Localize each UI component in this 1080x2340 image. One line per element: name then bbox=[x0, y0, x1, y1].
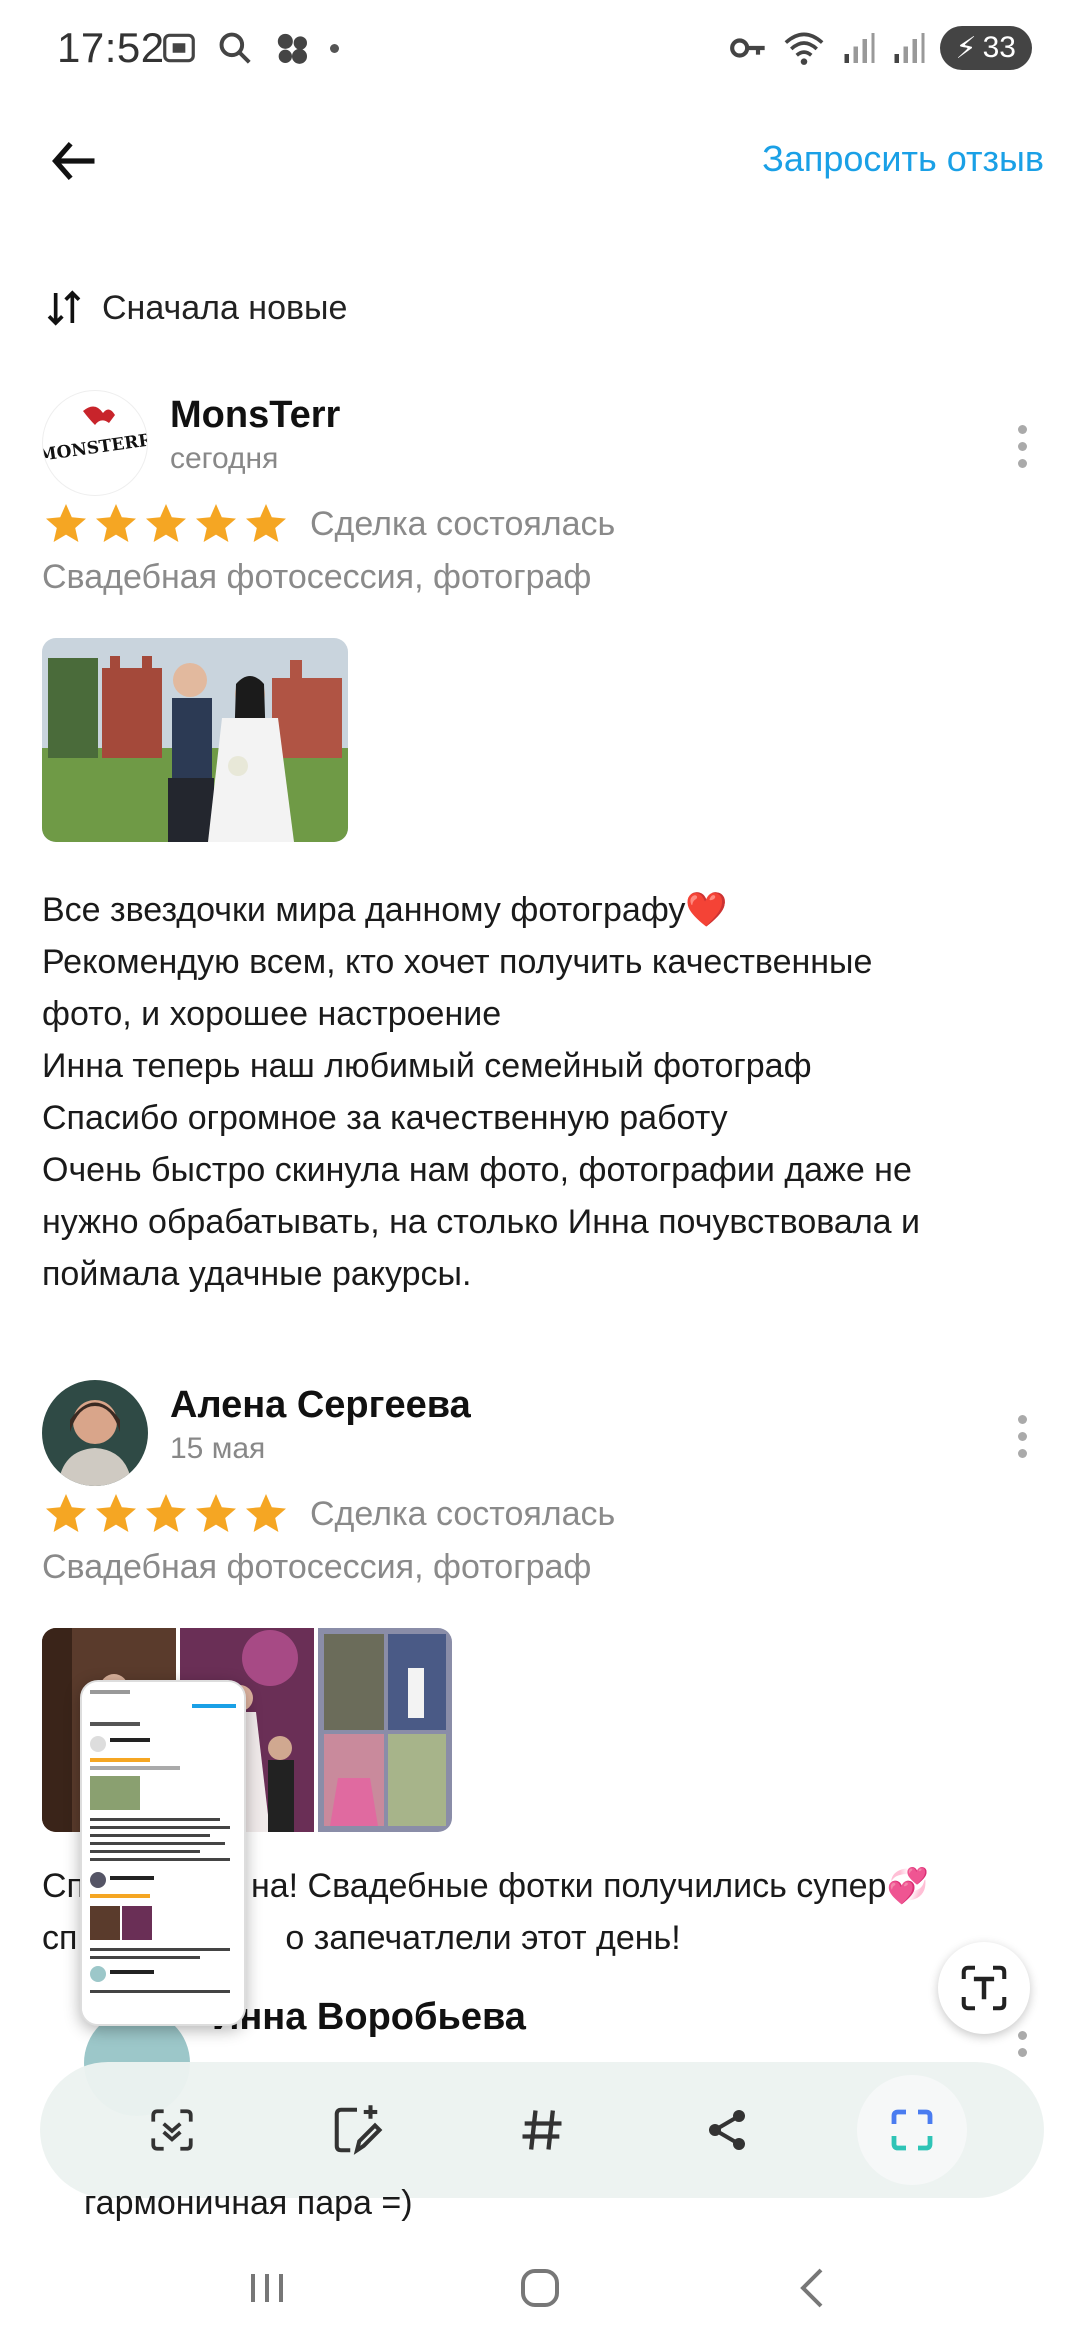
star-icon bbox=[46, 504, 86, 542]
user-photo-image bbox=[42, 1380, 148, 1486]
status-left-icons bbox=[160, 28, 339, 68]
bolt-icon: ⚡ bbox=[955, 31, 977, 65]
review-card: MONSTERR MonsTerr сегодня Сделка состоял… bbox=[42, 390, 1042, 1293]
key-icon bbox=[729, 38, 765, 58]
review-text-line: фото, и хорошее настроение bbox=[42, 995, 502, 1033]
status-bar: 17:52 ⚡ 33 bbox=[0, 0, 1080, 100]
wedding-photo-image bbox=[42, 638, 348, 842]
status-time: 17:52 bbox=[57, 24, 165, 71]
review-date: сегодня bbox=[170, 442, 279, 475]
screenshot-preview-image bbox=[82, 1682, 244, 2024]
review-text: Все звездочки мира данному фотографу❤️ Р… bbox=[42, 884, 1042, 1300]
reviewer-name[interactable]: Инна Воробьева bbox=[212, 1996, 526, 2039]
reviewer-name[interactable]: MonsTerr bbox=[170, 394, 340, 437]
more-dot-icon bbox=[1017, 1448, 1027, 1458]
star-icon bbox=[196, 504, 236, 542]
review-date: 15 мая bbox=[170, 1432, 266, 1465]
review-text-line: Очень быстро скинула нам фото, фотографи… bbox=[42, 1151, 912, 1189]
star-icon bbox=[196, 1494, 236, 1532]
smart-select-button[interactable] bbox=[856, 2075, 967, 2185]
star-icon bbox=[46, 1494, 86, 1532]
battery-indicator: ⚡ 33 bbox=[939, 26, 1032, 70]
sort-control[interactable]: Сначала новые bbox=[44, 288, 347, 328]
chevron-left-icon bbox=[800, 2268, 823, 2307]
home-icon bbox=[520, 2268, 559, 2307]
battery-level: 33 bbox=[982, 31, 1016, 64]
apps-icon bbox=[277, 33, 307, 64]
crop-icon bbox=[891, 2109, 932, 2151]
more-dot-icon bbox=[1017, 458, 1027, 468]
review-text-line: Спасибо огромное за качественную работу bbox=[42, 1099, 728, 1137]
service-label: Свадебная фотосессия, фотограф bbox=[42, 1548, 592, 1586]
rating-stars: Сделка состоялась bbox=[42, 500, 615, 548]
service-label: Свадебная фотосессия, фотограф bbox=[42, 558, 592, 596]
deal-status: Сделка состоялась bbox=[310, 504, 616, 543]
screenshot-toolbar bbox=[40, 2062, 1044, 2198]
sort-label: Сначала новые bbox=[102, 288, 348, 327]
navigation-bar bbox=[0, 2240, 1080, 2340]
review-text-line: гармоничная пара =) bbox=[84, 2184, 413, 2222]
arrow-left-icon bbox=[52, 141, 95, 181]
star-icon bbox=[96, 504, 136, 542]
svg-text:MONSTERR: MONSTERR bbox=[43, 430, 148, 466]
search-icon bbox=[219, 32, 251, 64]
more-dot-icon bbox=[1017, 2031, 1027, 2040]
text-fragment: на! Свадебные фотки получились супер💞 bbox=[250, 1867, 929, 1905]
text-recognition-button[interactable] bbox=[938, 1942, 1030, 2034]
signal-2-icon bbox=[894, 33, 925, 63]
back-nav-button[interactable] bbox=[789, 2264, 837, 2317]
reviewer-name[interactable]: Алена Сергеева bbox=[170, 1384, 471, 1427]
share-button[interactable] bbox=[672, 2075, 782, 2185]
scroll-capture-button[interactable] bbox=[117, 2075, 227, 2185]
review-photo[interactable] bbox=[42, 638, 348, 842]
more-options-button[interactable] bbox=[1002, 1406, 1042, 1466]
share-icon bbox=[708, 2110, 745, 2150]
star-icon bbox=[146, 504, 186, 542]
hashtag-icon bbox=[522, 2110, 562, 2150]
signal-icon bbox=[844, 33, 875, 63]
screenshot-thumbnail[interactable] bbox=[80, 1680, 246, 2026]
review-text-line: нужно обрабатывать, на столько Инна почу… bbox=[42, 1203, 921, 1241]
more-dot-icon bbox=[1017, 1414, 1027, 1424]
screenshot-icon bbox=[163, 33, 195, 63]
more-dot-icon bbox=[1017, 2048, 1027, 2057]
home-button[interactable] bbox=[516, 2264, 564, 2317]
text-fragment: о запечатлели этот день! bbox=[285, 1919, 681, 1957]
notification-dot-icon bbox=[330, 43, 339, 53]
star-icon bbox=[246, 504, 286, 542]
deal-status: Сделка состоялась bbox=[310, 1494, 616, 1533]
more-dot-icon bbox=[1017, 441, 1027, 451]
status-right-icons: ⚡ 33 bbox=[728, 26, 1032, 70]
tag-button[interactable] bbox=[487, 2075, 597, 2185]
wifi-icon bbox=[784, 32, 823, 65]
star-icon bbox=[246, 1494, 286, 1532]
review-text-line: Все звездочки мира данному фотографу❤️ bbox=[42, 891, 728, 929]
text-fragment: сп bbox=[42, 1919, 78, 1957]
text-scan-icon bbox=[961, 1965, 1007, 2011]
monsterr-logo-icon: MONSTERR bbox=[43, 406, 148, 466]
couple-collage-image bbox=[318, 1628, 452, 1832]
rating-stars: Сделка состоялась bbox=[42, 1490, 615, 1538]
review-photo[interactable] bbox=[318, 1628, 452, 1832]
recents-icon bbox=[250, 2273, 283, 2302]
avatar[interactable] bbox=[42, 1380, 148, 1486]
edit-icon bbox=[334, 2105, 383, 2155]
draw-button[interactable] bbox=[302, 2075, 412, 2185]
avatar[interactable]: MONSTERR bbox=[42, 390, 148, 496]
more-dot-icon bbox=[1017, 1431, 1027, 1441]
review-text-line: Инна теперь наш любимый семейный фотогра… bbox=[42, 1047, 812, 1085]
more-dot-icon bbox=[1017, 424, 1027, 434]
star-icon bbox=[146, 1494, 186, 1532]
star-icon bbox=[96, 1494, 136, 1532]
request-review-link[interactable]: Запросить отзыв bbox=[762, 138, 1044, 180]
scan-icon bbox=[151, 2109, 194, 2151]
back-button[interactable] bbox=[42, 128, 108, 194]
review-text-line: поймала удачные ракурсы. bbox=[42, 1255, 472, 1293]
recent-apps-button[interactable] bbox=[243, 2264, 291, 2317]
sort-icon bbox=[47, 290, 81, 326]
text-fragment: Сп bbox=[42, 1867, 85, 1905]
review-text-line: Рекомендую всем, кто хочет получить каче… bbox=[42, 943, 873, 981]
more-options-button[interactable] bbox=[1002, 416, 1042, 476]
